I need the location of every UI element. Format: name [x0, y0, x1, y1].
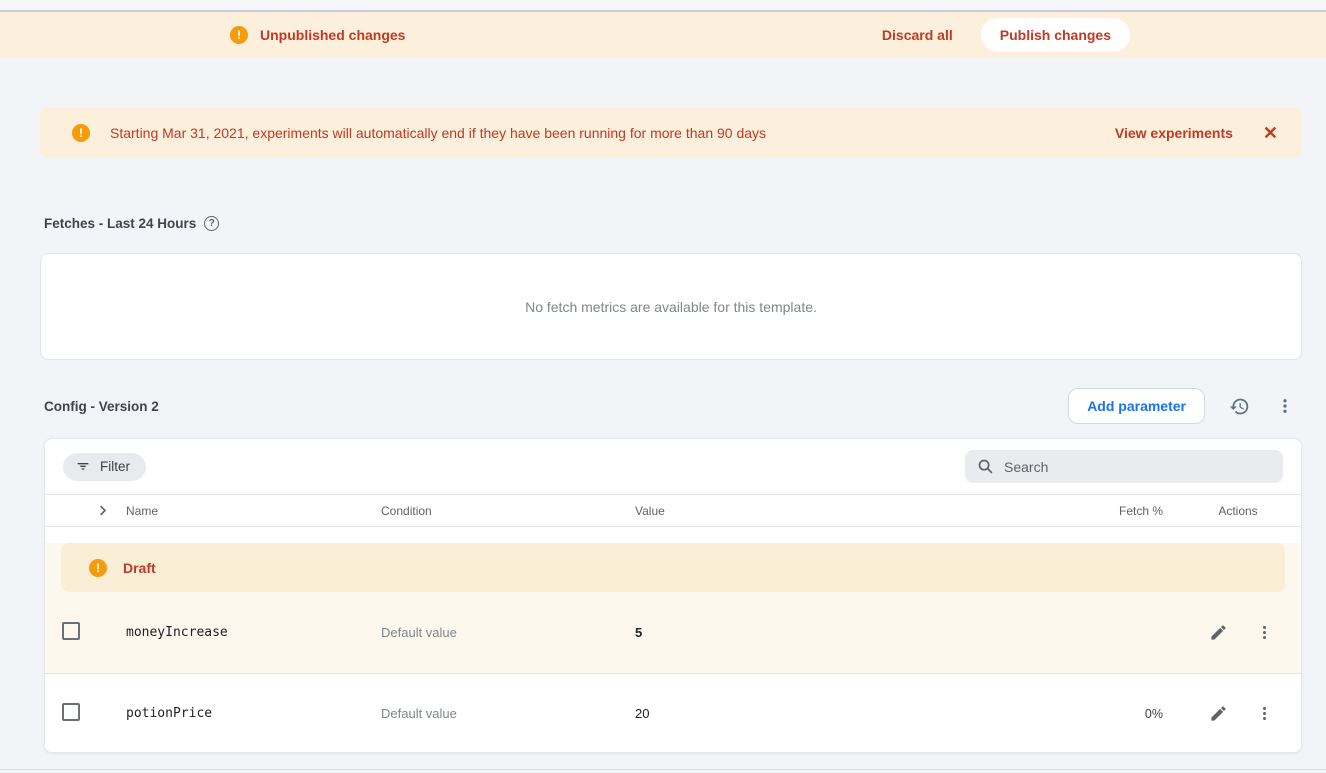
- view-experiments-button[interactable]: View experiments: [1115, 125, 1233, 141]
- fetch-metrics-empty-message: No fetch metrics are available for this …: [525, 299, 817, 315]
- row-checkbox[interactable]: [62, 622, 80, 640]
- column-header-condition: Condition: [381, 504, 635, 518]
- search-box[interactable]: [965, 450, 1283, 483]
- parameter-name: moneyIncrease: [126, 625, 381, 640]
- column-header-actions: Actions: [1163, 504, 1302, 518]
- column-header-value: Value: [635, 504, 1013, 518]
- search-input[interactable]: [1004, 459, 1271, 475]
- column-header-name: Name: [126, 504, 381, 518]
- draft-group: ! Draft moneyIncrease Default value 5: [45, 543, 1301, 673]
- table-toolbar: Filter: [45, 439, 1301, 494]
- help-icon[interactable]: ?: [204, 216, 219, 231]
- experiments-notice-banner: ! Starting Mar 31, 2021, experiments wil…: [40, 108, 1302, 158]
- table-row[interactable]: moneyIncrease Default value 5: [45, 592, 1301, 673]
- edit-parameter-icon[interactable]: [1207, 621, 1230, 644]
- discard-all-button[interactable]: Discard all: [882, 27, 953, 43]
- warning-icon: !: [89, 559, 107, 577]
- version-history-icon[interactable]: [1227, 394, 1252, 419]
- column-header-fetch: Fetch %: [1013, 504, 1163, 518]
- table-row[interactable]: potionPrice Default value 20 0%: [45, 673, 1301, 753]
- fetches-title: Fetches - Last 24 Hours: [44, 216, 196, 231]
- close-icon[interactable]: ✕: [1263, 124, 1278, 142]
- top-strip: [0, 0, 1326, 12]
- draft-label: Draft: [123, 560, 156, 576]
- notice-message: Starting Mar 31, 2021, experiments will …: [110, 125, 766, 141]
- draft-banner: ! Draft: [61, 543, 1285, 592]
- row-checkbox[interactable]: [62, 703, 80, 721]
- table-header-row: Name Condition Value Fetch % Actions: [45, 494, 1301, 527]
- add-parameter-button[interactable]: Add parameter: [1068, 388, 1205, 424]
- search-icon: [977, 458, 994, 475]
- edit-parameter-icon[interactable]: [1207, 702, 1230, 725]
- config-header-row: Config - Version 2 Add parameter: [44, 388, 1296, 424]
- fetches-section-heading: Fetches - Last 24 Hours ?: [44, 216, 1326, 231]
- parameters-table-card: Filter Name Condition Value Fetch % Acti…: [44, 438, 1302, 753]
- expand-all-icon[interactable]: [95, 503, 110, 518]
- publish-changes-button[interactable]: Publish changes: [981, 18, 1130, 52]
- parameter-name: potionPrice: [126, 706, 381, 721]
- fetch-metrics-card: No fetch metrics are available for this …: [40, 253, 1302, 360]
- row-more-menu-icon[interactable]: [1254, 622, 1275, 643]
- warning-icon: !: [230, 26, 248, 44]
- unpublished-changes-label: Unpublished changes: [260, 27, 405, 43]
- parameter-condition: Default value: [381, 706, 635, 721]
- parameter-fetch-percent: 0%: [1013, 707, 1163, 721]
- parameter-value: 5: [635, 625, 1013, 640]
- bottom-divider: [0, 769, 1326, 770]
- config-title: Config - Version 2: [44, 399, 159, 414]
- config-more-menu-icon[interactable]: [1274, 395, 1296, 417]
- unpublished-changes-banner: ! Unpublished changes Discard all Publis…: [0, 12, 1326, 58]
- parameter-value: 20: [635, 706, 1013, 721]
- filter-icon: [75, 459, 91, 475]
- row-more-menu-icon[interactable]: [1254, 703, 1275, 724]
- warning-icon: !: [72, 124, 90, 142]
- filter-button[interactable]: Filter: [63, 453, 146, 481]
- parameter-condition: Default value: [381, 625, 635, 640]
